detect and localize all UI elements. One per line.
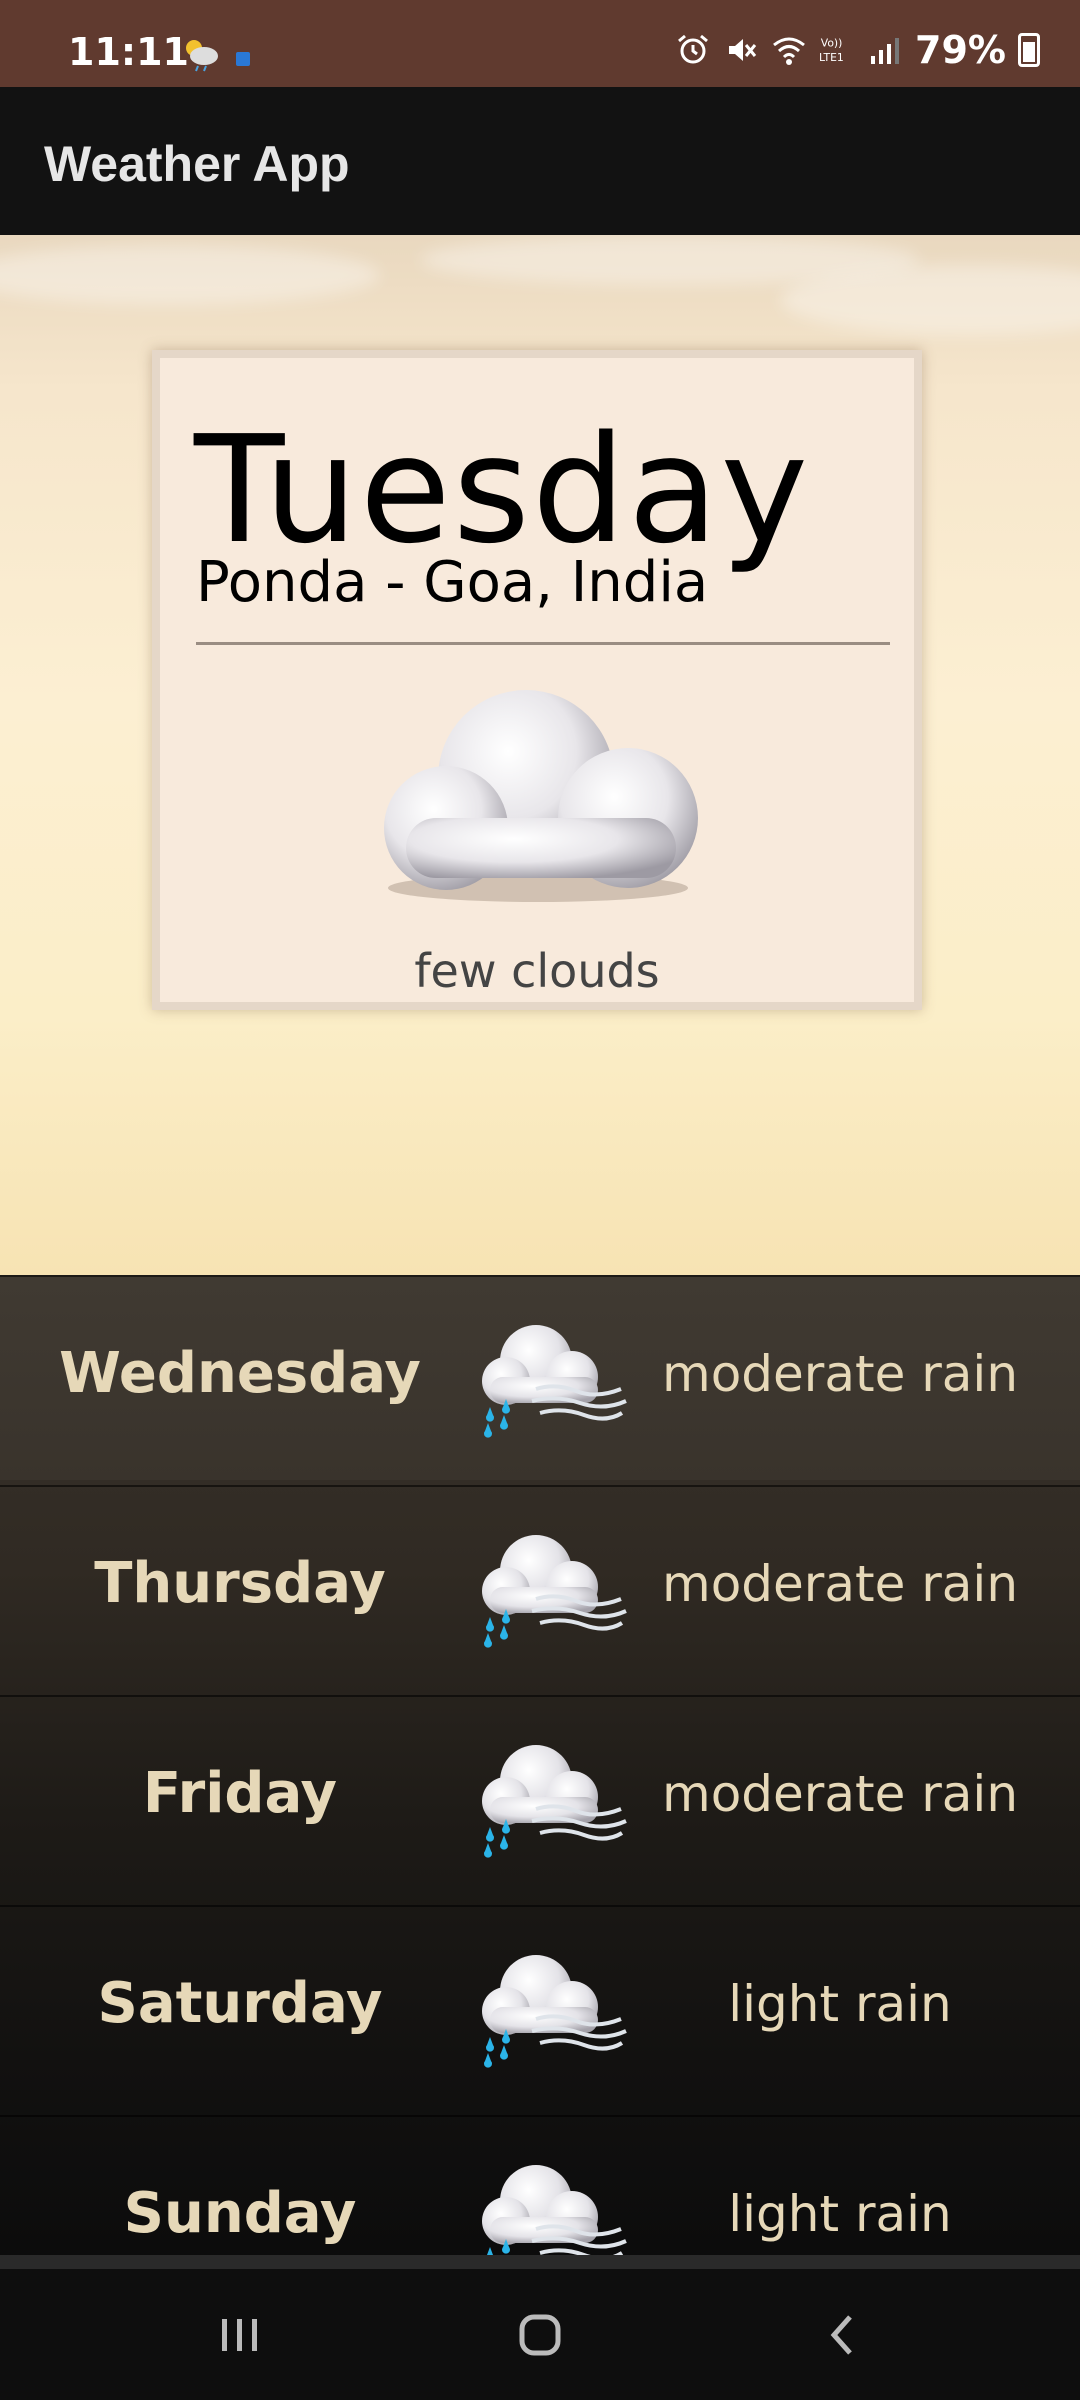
forecast-row[interactable]: Friday moderate rain [0,1695,1080,1900]
status-icons: Vo)) LTE1 79% [675,28,1040,72]
battery-charging-icon [1018,33,1040,67]
forecast-description: moderate rain [661,1765,1019,1823]
svg-text:LTE1: LTE1 [819,51,844,64]
forecast-day: Sunday [123,2181,357,2246]
status-bar: 11:11 Vo)) LTE1 79% [0,0,1080,87]
rain-cloud-icon [480,1743,628,1860]
volte-lte-icon: Vo)) LTE1 [819,36,844,64]
forecast-row[interactable]: Saturday light rain [0,1905,1080,2110]
svg-text:Vo)): Vo)) [821,36,843,49]
today-weather-card[interactable]: Tuesday Ponda - Goa, India few clouds [152,350,922,1010]
app-bar: Weather App [0,87,1080,235]
forecast-description: moderate rain [661,1345,1019,1403]
home-icon[interactable] [510,2305,570,2365]
mute-icon [729,39,757,61]
rain-cloud-icon [480,1953,628,2070]
background-cloud [0,245,380,305]
wifi-icon [773,37,805,65]
forecast-description: light rain [728,2185,952,2243]
forecast-list[interactable]: Wednesday moderate rain Thursday moderat… [0,1275,1080,2255]
forecast-row[interactable]: Wednesday moderate rain [0,1275,1080,1480]
navigation-bar [0,2255,1080,2400]
rain-cloud-icon [480,1533,628,1650]
weather-notification-icon [186,40,218,72]
battery-percentage: 79% [915,28,1006,72]
divider [196,642,890,645]
forecast-day: Friday [142,1761,338,1826]
rain-cloud-icon [480,2163,628,2255]
forecast-day: Thursday [94,1551,386,1616]
forecast-description: moderate rain [661,1555,1019,1613]
signal-icon [871,38,900,64]
cloud-icon [384,690,698,902]
rain-cloud-icon [480,1323,628,1440]
back-icon[interactable] [814,2305,874,2365]
app-notification-icon [236,52,250,66]
forecast-row[interactable]: Thursday moderate rain [0,1485,1080,1690]
alarm-icon [678,34,708,64]
app-title: Weather App [44,136,350,192]
status-time: 11:11 [68,30,189,74]
today-location: Ponda - Goa, India [196,550,709,615]
today-description: few clouds [414,944,660,998]
forecast-day: Saturday [97,1971,383,2036]
recent-apps-icon[interactable] [210,2305,270,2365]
forecast-row[interactable]: Sunday light rain [0,2115,1080,2255]
forecast-day: Wednesday [59,1341,421,1406]
forecast-description: light rain [728,1975,952,2033]
